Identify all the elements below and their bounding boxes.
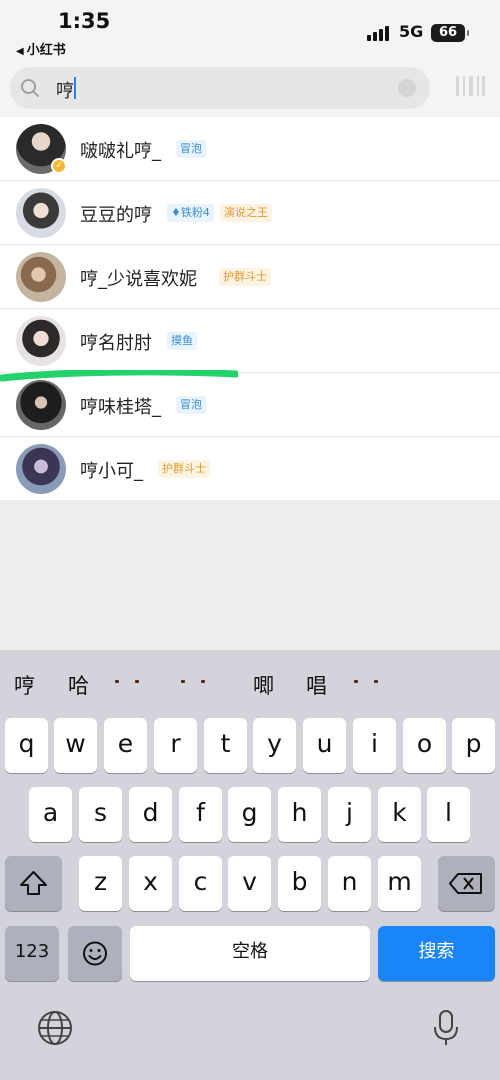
avatar[interactable] — [16, 316, 66, 366]
microphone-icon[interactable] — [426, 1008, 466, 1048]
fan-badge: 摸鱼 — [167, 332, 197, 350]
signal-icon — [367, 25, 391, 41]
key-f[interactable]: f — [179, 787, 222, 842]
backspace-icon — [449, 873, 482, 894]
text-caret — [74, 77, 76, 99]
emoji-key[interactable] — [68, 926, 122, 981]
avatar[interactable] — [16, 444, 66, 494]
key-r[interactable]: r — [154, 718, 197, 773]
globe-icon[interactable] — [35, 1008, 75, 1048]
key-s[interactable]: s — [79, 787, 122, 842]
scan-icon[interactable] — [450, 72, 490, 104]
network-label: 5G — [399, 22, 424, 41]
fan-badge: 冒泡 — [176, 140, 206, 158]
key-b[interactable]: b — [278, 856, 321, 911]
green-highlight-stroke — [0, 370, 238, 382]
key-m[interactable]: m — [378, 856, 421, 911]
key-k[interactable]: k — [378, 787, 421, 842]
key-l[interactable]: l — [427, 787, 470, 842]
key-t[interactable]: t — [204, 718, 247, 773]
list-item[interactable]: ✓ 啵啵礼哼_ 冒泡 — [0, 117, 500, 181]
key-h[interactable]: h — [278, 787, 321, 842]
key-g[interactable]: g — [228, 787, 271, 842]
back-triangle-icon: ◀ — [16, 46, 24, 57]
badge-group: 护群斗士 — [219, 268, 271, 286]
key-y[interactable]: y — [253, 718, 296, 773]
status-time: 1:35 — [58, 9, 111, 33]
list-item[interactable]: 哼小可_ 护群斗士 — [0, 437, 500, 501]
back-to-app-link[interactable]: ◀ 小红书 — [16, 39, 66, 58]
key-q[interactable]: q — [5, 718, 48, 773]
user-name: 哼味桂塔_ — [80, 397, 161, 418]
back-app-label: 小红书 — [26, 43, 66, 58]
user-results-list: ✓ 啵啵礼哼_ 冒泡 豆豆的哼 ♦铁粉4 演说之王 哼_少说喜欢妮 护群斗士 哼… — [0, 117, 500, 501]
candidate-bar: 哼 哈 唧 唱 — [0, 650, 500, 712]
clear-icon[interactable] — [398, 79, 416, 97]
battery-icon: 66 — [431, 24, 469, 42]
fan-badge: 护群斗士 — [158, 460, 210, 478]
numbers-key[interactable]: 123 — [5, 926, 59, 981]
keyboard: 哼 哈 唧 唱 q w e r t y u i o p a s d f g h … — [0, 650, 500, 1080]
fan-badge: ♦铁粉4 — [167, 204, 214, 222]
candidate-word[interactable]: 唧 — [253, 670, 274, 700]
key-v[interactable]: v — [228, 856, 271, 911]
user-name: 豆豆的哼 — [80, 205, 152, 226]
space-key[interactable]: 空格 — [130, 926, 370, 981]
delete-key[interactable] — [438, 856, 495, 911]
key-p[interactable]: p — [452, 718, 495, 773]
key-d[interactable]: d — [129, 787, 172, 842]
search-row: 哼 — [0, 62, 500, 117]
key-x[interactable]: x — [129, 856, 172, 911]
key-a[interactable]: a — [29, 787, 72, 842]
candidate-word[interactable]: 唱 — [306, 670, 327, 700]
user-name: 哼小可_ — [80, 461, 143, 482]
key-i[interactable]: i — [353, 718, 396, 773]
emoji-face-icon — [83, 941, 107, 966]
shift-icon — [20, 871, 47, 895]
fan-badge: 冒泡 — [176, 396, 206, 414]
fan-badge: 护群斗士 — [219, 268, 271, 286]
key-w[interactable]: w — [54, 718, 97, 773]
badge-group: 护群斗士 — [158, 460, 210, 478]
user-name: 哼_少说喜欢妮 — [80, 269, 197, 290]
candidate-word[interactable]: 哼 — [14, 670, 35, 700]
badge-group: ♦铁粉4 演说之王 — [167, 204, 272, 222]
badge-group: 冒泡 — [176, 140, 206, 158]
avatar[interactable] — [16, 380, 66, 430]
user-name: 啵啵礼哼_ — [80, 141, 161, 162]
shift-key[interactable] — [5, 856, 62, 911]
avatar[interactable] — [16, 188, 66, 238]
avatar[interactable] — [16, 252, 66, 302]
badge-group: 摸鱼 — [167, 332, 197, 350]
verified-badge-icon: ✓ — [51, 158, 67, 174]
user-name: 哼名肘肘 — [80, 333, 152, 354]
search-input[interactable]: 哼 — [10, 67, 430, 109]
search-query: 哼 — [56, 81, 74, 102]
fan-badge: 演说之王 — [219, 204, 272, 222]
key-z[interactable]: z — [79, 856, 122, 911]
key-n[interactable]: n — [328, 856, 371, 911]
key-o[interactable]: o — [403, 718, 446, 773]
badge-group: 冒泡 — [176, 396, 206, 414]
key-e[interactable]: e — [104, 718, 147, 773]
list-item[interactable]: 哼味桂塔_ 冒泡 — [0, 373, 500, 437]
search-icon — [21, 79, 39, 97]
candidate-word[interactable]: 哈 — [68, 670, 89, 700]
key-c[interactable]: c — [179, 856, 222, 911]
key-u[interactable]: u — [303, 718, 346, 773]
scan-glyph — [456, 76, 485, 96]
key-j[interactable]: j — [328, 787, 371, 842]
list-item[interactable]: 哼名肘肘 摸鱼 — [0, 309, 500, 373]
list-item[interactable]: 豆豆的哼 ♦铁粉4 演说之王 — [0, 181, 500, 245]
list-item[interactable]: 哼_少说喜欢妮 护群斗士 — [0, 245, 500, 309]
status-bar: 1:35 ◀ 小红书 5G 66 — [0, 0, 500, 62]
search-key[interactable]: 搜索 — [378, 926, 495, 981]
